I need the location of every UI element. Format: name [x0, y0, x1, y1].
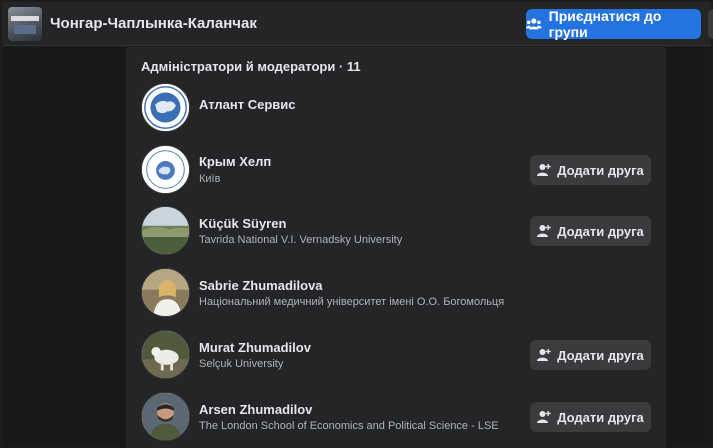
add-friend-label: Додати друга	[557, 409, 644, 425]
member-row: Крым Хелп Київ Додати друга	[126, 139, 666, 201]
add-friend-button[interactable]: Додати друга	[530, 402, 651, 432]
add-friend-button[interactable]: Додати друга	[530, 340, 651, 370]
member-subtitle: Київ	[199, 173, 221, 185]
join-group-button[interactable]: Приєднатися до групи	[526, 8, 701, 40]
member-row: Murat Zhumadilov Selçuk University Додат…	[126, 324, 666, 386]
section-title: Адміністратори й модератори · 11	[141, 59, 361, 74]
add-friend-label: Додати друга	[557, 162, 644, 178]
member-name[interactable]: Arsen Zhumadilov	[199, 402, 312, 417]
member-subtitle: The London School of Economics and Polit…	[199, 420, 499, 432]
member-row: Атлант Сервис	[126, 77, 666, 139]
avatar[interactable]	[141, 206, 190, 255]
join-group-label: Приєднатися до групи	[548, 8, 662, 40]
avatar[interactable]	[141, 145, 190, 194]
member-subtitle: Національний медичний університет імені …	[199, 296, 505, 308]
add-friend-button[interactable]: Додати друга	[530, 216, 651, 246]
member-name[interactable]: Крым Хелп	[199, 154, 271, 169]
avatar[interactable]	[141, 392, 190, 441]
more-options-button[interactable]	[708, 9, 713, 39]
top-bar: Чонгар-Чаплынка-Каланчак Приєднатися до …	[2, 2, 713, 46]
avatar[interactable]	[141, 268, 190, 317]
add-friend-icon	[537, 349, 551, 361]
group-icon	[526, 18, 542, 30]
left-gutter	[2, 47, 126, 446]
member-row: Küçük Süyren Tavrida National V.I. Verna…	[126, 200, 666, 262]
add-friend-icon	[537, 164, 551, 176]
add-friend-label: Додати друга	[557, 223, 644, 239]
group-title[interactable]: Чонгар-Чаплынка-Каланчак	[50, 15, 257, 32]
members-panel: Адміністратори й модератори · 11 Атлант …	[126, 47, 666, 448]
avatar[interactable]	[141, 83, 190, 132]
member-name[interactable]: Murat Zhumadilov	[199, 340, 311, 355]
avatar[interactable]	[141, 330, 190, 379]
group-cover-thumbnail[interactable]	[8, 7, 42, 41]
add-friend-icon	[537, 225, 551, 237]
right-gutter	[666, 47, 711, 446]
member-subtitle: Selçuk University	[199, 358, 284, 370]
member-name[interactable]: Атлант Сервис	[199, 97, 296, 112]
member-name[interactable]: Küçük Süyren	[199, 216, 286, 231]
member-row: Sabrie Zhumadilova Національний медичний…	[126, 262, 666, 324]
add-friend-button[interactable]: Додати друга	[530, 155, 651, 185]
add-friend-label: Додати друга	[557, 347, 644, 363]
add-friend-icon	[537, 411, 551, 423]
member-row: Arsen Zhumadilov The London School of Ec…	[126, 386, 666, 448]
member-subtitle: Tavrida National V.I. Vernadsky Universi…	[199, 234, 403, 246]
member-name[interactable]: Sabrie Zhumadilova	[199, 278, 323, 293]
